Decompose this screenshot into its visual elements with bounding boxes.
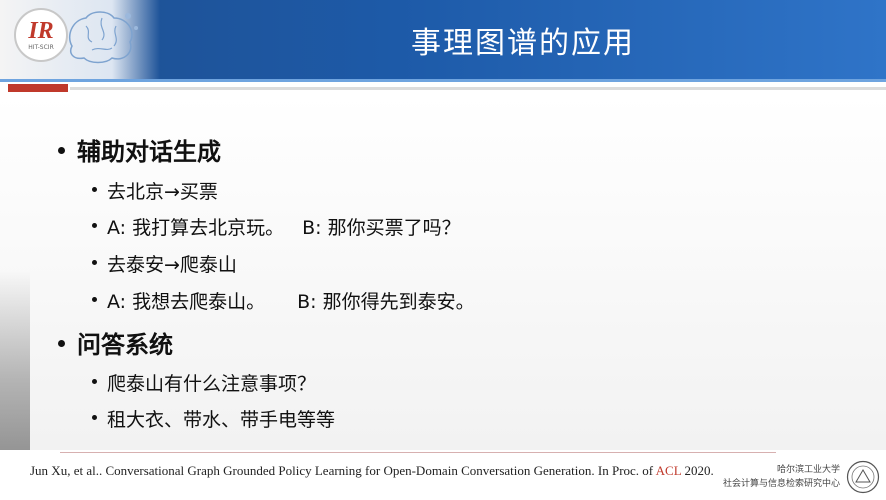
title-banner: IR HIT-SCIR 事理图谱的应用 xyxy=(0,0,886,82)
logo-subtext: HIT-SCIR xyxy=(28,44,54,51)
bullet-icon xyxy=(58,339,65,347)
list-item: A: 我想去爬泰山。 B: 那你得先到泰安。 xyxy=(92,287,475,314)
list-item-text: 租大衣、带水、带手电等等 xyxy=(107,409,336,431)
institution-name: 哈尔滨工业大学 社会计算与信息检索研究中心 xyxy=(723,463,840,491)
dialogue-a: A: 我想去爬泰山。 xyxy=(107,291,266,313)
hit-scir-logo: IR HIT-SCIR xyxy=(14,8,68,62)
section-label: 问答系统 xyxy=(77,331,173,359)
dialogue-b: B: 那你买票了吗？ xyxy=(302,217,461,239)
logo-text: IR xyxy=(28,18,54,44)
section-heading-dialogue: 辅助对话生成 xyxy=(58,132,221,167)
logo-area: IR HIT-SCIR xyxy=(0,0,160,82)
bullet-icon xyxy=(92,223,97,228)
list-item: A: 我打算去北京玩。 B: 那你买票了吗？ xyxy=(92,213,461,240)
background-decoration xyxy=(0,270,30,450)
header-divider xyxy=(70,87,886,90)
header-underline xyxy=(0,79,886,82)
section-heading-qa: 问答系统 xyxy=(58,325,173,360)
citation-year: 2020. xyxy=(681,463,714,478)
bullet-icon xyxy=(92,187,97,192)
section-label: 辅助对话生成 xyxy=(77,138,221,166)
list-item-text: 爬泰山有什么注意事项？ xyxy=(107,373,317,395)
bullet-icon xyxy=(92,260,97,265)
bullet-icon xyxy=(92,379,97,384)
list-item-text: 去泰安→爬泰山 xyxy=(107,254,237,276)
brain-icon xyxy=(68,11,138,64)
slide-content: 辅助对话生成 去北京→买票 A: 我打算去北京玩。 B: 那你买票了吗？ 去泰安→… xyxy=(0,95,886,450)
list-item-text: 去北京→买票 xyxy=(107,181,218,203)
dialogue-b: B: 那你得先到泰安。 xyxy=(297,291,475,313)
accent-bar xyxy=(8,84,68,92)
bullet-icon xyxy=(92,415,97,420)
list-item: 爬泰山有什么注意事项？ xyxy=(92,369,316,396)
bullet-icon xyxy=(92,297,97,302)
university-seal-icon xyxy=(846,460,880,494)
list-item: 去泰安→爬泰山 xyxy=(92,250,237,277)
bullet-icon xyxy=(58,146,65,154)
institution-line-1: 哈尔滨工业大学 xyxy=(776,465,840,475)
citation: Jun Xu, et al.. Conversational Graph Gro… xyxy=(30,463,714,479)
page-title: 事理图谱的应用 xyxy=(411,26,635,61)
citation-text: Jun Xu, et al.. Conversational Graph Gro… xyxy=(30,463,656,478)
dialogue-a: A: 我打算去北京玩。 xyxy=(107,217,285,239)
list-item: 去北京→买票 xyxy=(92,177,218,204)
list-item: 租大衣、带水、带手电等等 xyxy=(92,405,335,432)
citation-venue: ACL xyxy=(655,463,682,478)
footer-divider xyxy=(60,452,776,453)
institution-line-2: 社会计算与信息检索研究中心 xyxy=(722,479,840,489)
